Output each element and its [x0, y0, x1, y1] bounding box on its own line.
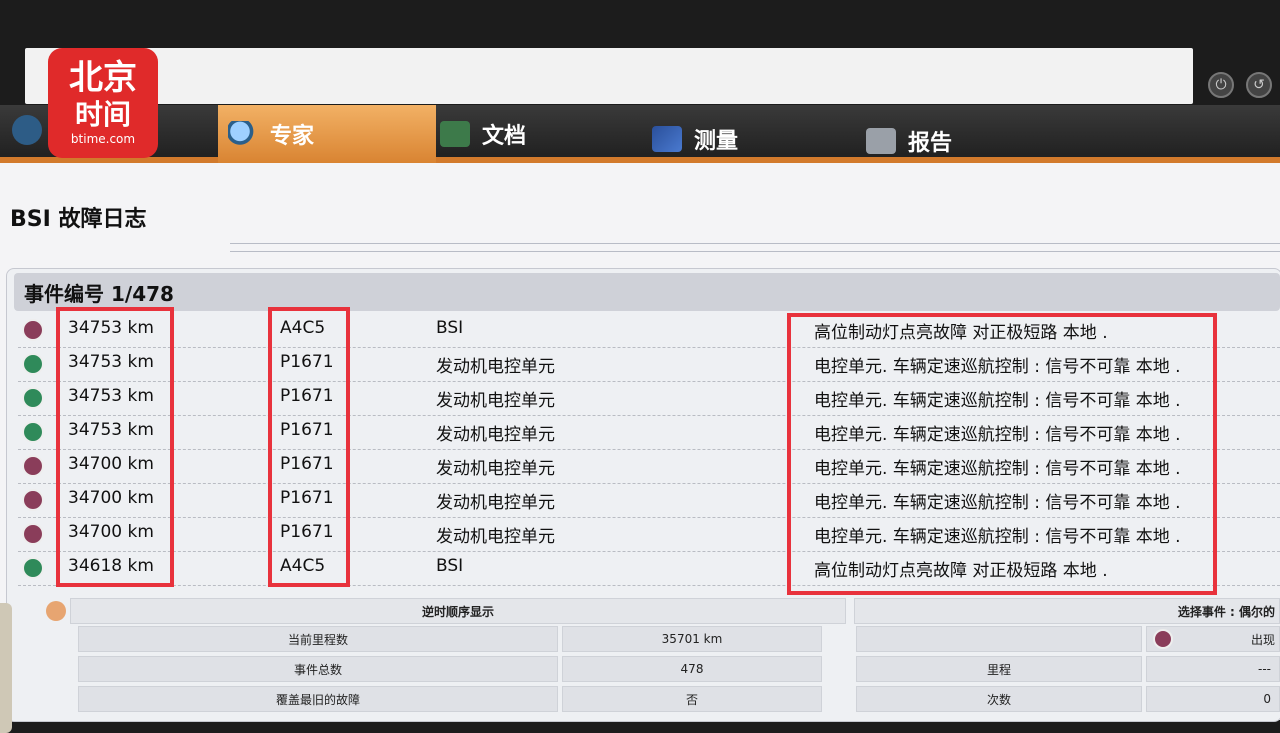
tab-measurement[interactable]: 测量	[652, 110, 852, 168]
page-title: BSI 故障日志	[10, 207, 147, 232]
selected-event-label: 选择事件 : 偶尔的	[854, 598, 1280, 624]
status-icon	[22, 421, 44, 443]
globe-icon[interactable]	[12, 115, 42, 145]
status-icon	[22, 353, 44, 375]
order-label[interactable]: 逆时顺序显示	[70, 598, 846, 624]
status-icon	[22, 523, 44, 545]
mileage-highlight-box	[56, 307, 174, 587]
main-content: BSI 故障日志 事件编号 1/478 34753 km A4C5 BSI 高位…	[0, 163, 1280, 733]
tab-label: 文档	[482, 124, 527, 149]
status-icon	[1153, 629, 1173, 649]
tab-label: 测量	[694, 129, 739, 154]
event-counter: 1/478	[110, 282, 174, 306]
address-bar[interactable]	[25, 48, 1193, 104]
appear-cell: 出现	[1146, 626, 1280, 652]
waveform-icon	[652, 126, 682, 152]
module-name: BSI	[436, 556, 464, 576]
count-label: 次数	[856, 686, 1142, 712]
documents-icon	[440, 121, 470, 147]
mileage-value: ---	[1146, 656, 1280, 682]
title-divider	[230, 243, 1280, 244]
appear-label: 出现	[1250, 632, 1275, 647]
overwrite-label: 覆盖最旧的故障	[78, 686, 558, 712]
status-icon	[22, 489, 44, 511]
module-name: 发动机电控单元	[436, 527, 555, 547]
btime-watermark-logo: 北京 时间 btime.com	[48, 48, 158, 158]
overwrite-value: 否	[562, 686, 822, 712]
module-name: 发动机电控单元	[436, 425, 555, 445]
report-icon	[866, 128, 896, 154]
selected-event-spacer	[856, 626, 1142, 652]
module-name: 发动机电控单元	[436, 459, 555, 479]
tab-documents[interactable]: 文档	[440, 105, 640, 163]
mileage-label: 里程	[856, 656, 1142, 682]
total-events-value: 478	[562, 656, 822, 682]
status-icon	[22, 455, 44, 477]
total-events-label: 事件总数	[78, 656, 558, 682]
summary-panel: 逆时顺序显示 选择事件 : 偶尔的 当前里程数 35701 km 出现 事件总数…	[40, 595, 1280, 720]
status-icon	[22, 557, 44, 579]
count-value: 0	[1146, 686, 1280, 712]
tab-expert[interactable]: 专家	[218, 105, 436, 163]
event-number-header: 事件编号 1/478	[14, 273, 1280, 311]
exit-icon[interactable]: ↺	[1246, 72, 1272, 98]
title-divider	[230, 251, 1280, 252]
side-handle[interactable]	[0, 603, 12, 733]
module-name: 发动机电控单元	[436, 493, 555, 513]
event-number-label: 事件编号	[24, 282, 104, 306]
main-nav-bar	[0, 105, 1280, 163]
status-icon	[22, 319, 44, 341]
code-highlight-box	[268, 307, 350, 587]
status-icon	[22, 387, 44, 409]
collapse-icon[interactable]	[46, 601, 66, 621]
module-name: 发动机电控单元	[436, 391, 555, 411]
tab-label: 专家	[270, 124, 315, 149]
power-icon[interactable]: ⏻	[1208, 72, 1234, 98]
tab-label: 报告	[908, 131, 953, 156]
current-mileage-label: 当前里程数	[78, 626, 558, 652]
current-mileage-value: 35701 km	[562, 626, 822, 652]
tab-report[interactable]: 报告	[866, 112, 1066, 170]
description-highlight-box	[787, 313, 1217, 595]
magnifier-icon	[228, 121, 258, 147]
module-name: 发动机电控单元	[436, 357, 555, 377]
module-name: BSI	[436, 318, 464, 338]
